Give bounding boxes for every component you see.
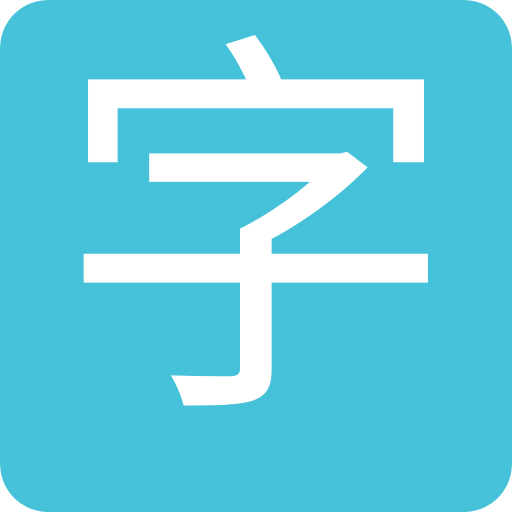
chinese-character-zi-icon: 字 (56, 4, 456, 469)
app-icon: 字 (0, 0, 512, 512)
app-icon-graphic: 字 (0, 0, 512, 512)
